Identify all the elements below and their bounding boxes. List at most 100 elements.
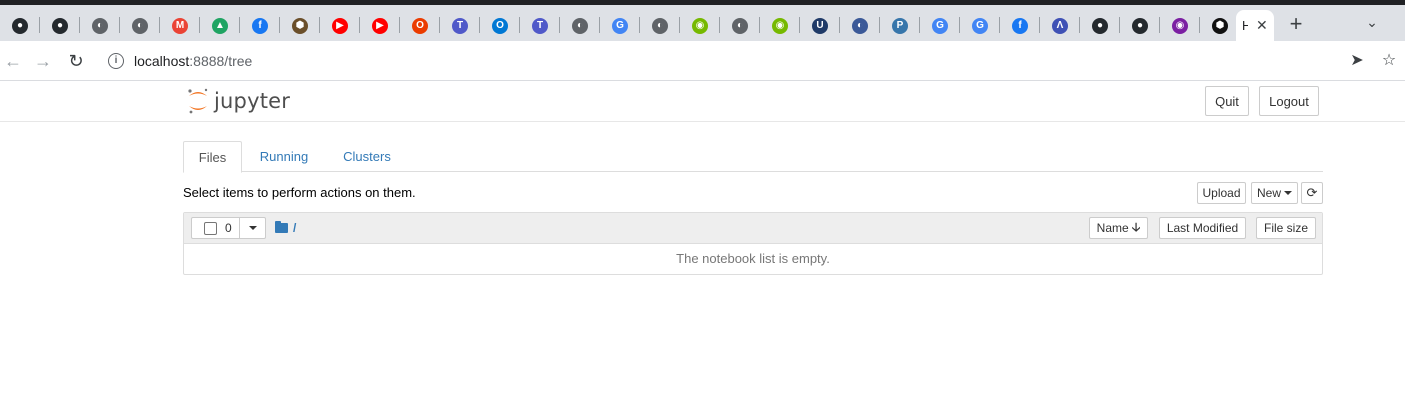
app-icon: ⬢ [292,17,308,34]
globe-icon: ◐ [652,17,668,34]
chevron-down-icon [1284,191,1292,195]
browser-tab[interactable]: Λ [1040,10,1080,41]
teams-icon: T [532,17,548,34]
browser-toolbar: ← → ↻ i localhost:8888/tree ➤ ☆ [0,41,1405,81]
jupyter-logo-icon [186,87,210,115]
refresh-button[interactable]: ⟳ [1301,182,1323,204]
browser-tab[interactable]: f [1000,10,1040,41]
browser-tab[interactable]: ⬢ [280,10,320,41]
browser-tab[interactable]: ◐ [80,10,120,41]
browser-tab[interactable]: ◉ [1160,10,1200,41]
reload-icon[interactable]: ↻ [66,51,86,71]
globe-icon: ◐ [572,17,588,34]
selected-count: 0 [225,221,232,235]
browser-tab[interactable]: ● [0,10,40,41]
gmail-icon: M [172,17,188,34]
back-arrow-icon[interactable]: ← [3,51,23,71]
browser-tab[interactable]: f [240,10,280,41]
refresh-icon: ⟳ [1306,185,1318,200]
breadcrumb-root[interactable]: / [293,221,296,235]
nvidia-icon: ◉ [772,17,788,34]
python-icon: P [892,17,908,34]
app-icon: ⬢ [1212,17,1228,34]
forward-arrow-icon[interactable]: → [33,51,53,71]
github-icon: ● [52,17,68,34]
selection-hint: Select items to perform actions on them. [183,185,416,200]
app-icon: ◉ [1172,17,1188,34]
browser-tab[interactable]: ◐ [840,10,880,41]
site-info-icon[interactable]: i [108,53,124,69]
quit-button[interactable]: Quit [1205,86,1249,116]
browser-tab[interactable]: ⬢ [1200,10,1240,41]
dashboard-tabs: Files Running Clusters [183,141,1323,173]
select-menu-button[interactable] [239,218,265,238]
jupyter-logo[interactable]: jupyter [186,86,290,116]
active-tab-title: H [1242,18,1248,33]
breadcrumb[interactable]: / [275,221,296,235]
active-tab[interactable]: H ✕ [1236,10,1274,41]
browser-tab[interactable]: ● [40,10,80,41]
browser-tab[interactable]: ◐ [560,10,600,41]
github-icon: ● [12,17,28,34]
tab-search-chevron-icon[interactable]: ⌄ [1362,14,1382,34]
globe-icon: ◐ [852,17,868,34]
folder-icon [275,221,288,233]
globe-icon: ◐ [132,17,148,34]
browser-tab[interactable]: U [800,10,840,41]
close-tab-icon[interactable]: ✕ [1256,17,1268,34]
browser-tab[interactable]: ● [1080,10,1120,41]
sort-name-label: Name [1096,221,1129,235]
chevron-down-icon [248,226,257,230]
browser-tab[interactable]: ◉ [680,10,720,41]
browser-tab[interactable]: ◐ [720,10,760,41]
github-icon: ● [1132,17,1148,34]
browser-tab[interactable]: T [440,10,480,41]
upload-button[interactable]: Upload [1197,182,1246,204]
browser-tab[interactable]: ▶ [360,10,400,41]
browser-tab[interactable]: P [880,10,920,41]
address-bar[interactable]: i localhost:8888/tree [100,45,1340,77]
browser-tab[interactable]: ▲ [200,10,240,41]
browser-tab[interactable]: ◐ [120,10,160,41]
google-icon: G [972,17,988,34]
tab-running[interactable]: Running [249,141,319,172]
globe-icon: ◐ [92,17,108,34]
new-dropdown-button[interactable]: New [1251,182,1298,204]
app-icon: Λ [1052,17,1068,34]
window-top-bar [0,0,1405,5]
browser-tab[interactable]: T [520,10,560,41]
empty-list-message: The notebook list is empty. [676,251,830,266]
browser-tab[interactable]: ● [1120,10,1160,41]
browser-tab[interactable]: O [480,10,520,41]
select-all-checkbox[interactable] [204,221,217,235]
sort-name-button[interactable]: Name 🡣 [1089,217,1148,239]
browser-tab[interactable]: O [400,10,440,41]
browser-tab[interactable]: G [600,10,640,41]
browser-tab[interactable]: ▶ [320,10,360,41]
jupyter-header: jupyter Quit Logout [0,81,1405,122]
logout-button[interactable]: Logout [1259,86,1319,116]
browser-tab[interactable]: G [960,10,1000,41]
tab-clusters[interactable]: Clusters [332,141,402,172]
youtube-icon: ▶ [332,17,348,34]
select-all-control[interactable]: 0 [191,217,266,239]
send-icon[interactable]: ➤ [1347,51,1367,71]
notebook-list: 0 / Name 🡣 Last Modified File size The n… [183,212,1323,275]
outlook-icon: O [492,17,508,34]
browser-tab[interactable]: ◉ [760,10,800,41]
browser-tab[interactable]: ◐ [640,10,680,41]
translate-icon: G [932,17,948,34]
browser-tab[interactable]: G [920,10,960,41]
url-text[interactable]: localhost:8888/tree [134,53,252,69]
arrow-down-icon: 🡣 [1131,219,1141,234]
tab-files[interactable]: Files [183,141,242,173]
new-tab-icon[interactable]: + [1284,12,1308,36]
browser-tab-strip: ● ● ◐ ◐ M ▲ f ⬢ ▶ ▶ O T O T ◐ G ◐ ◉ ◐ ◉ U ◐ P G Gf Λ ● ● ◉ ⬢ H ✕ + ⌄ [0,0,1405,41]
sort-modified-button[interactable]: Last Modified [1159,217,1246,239]
nvidia-icon: ◉ [692,17,708,34]
github-icon: ● [1092,17,1108,34]
bookmark-star-icon[interactable]: ☆ [1379,51,1399,71]
sort-size-button[interactable]: File size [1256,217,1316,239]
notebook-dashboard: Files Running Clusters Select items to p… [183,141,1323,275]
browser-tab[interactable]: M [160,10,200,41]
